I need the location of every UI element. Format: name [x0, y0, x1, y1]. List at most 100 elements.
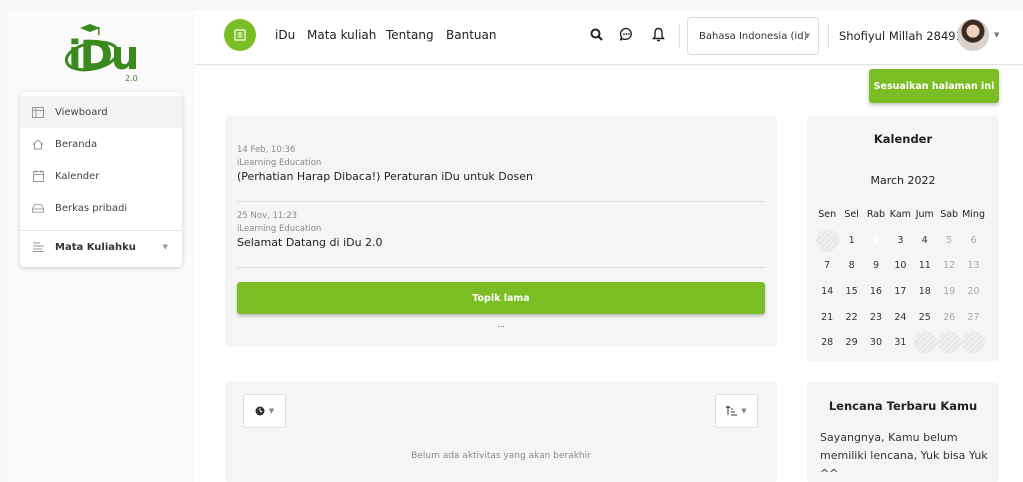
timeline-sort-button[interactable]: ▼: [715, 394, 758, 428]
timeline-empty-message: Belum ada aktivitas yang akan berakhir: [411, 451, 591, 461]
calendar-week-row: 28 29 30 31: [815, 330, 995, 356]
calendar-today[interactable]: 2: [864, 228, 889, 252]
calendar-week-row: 14 15 16 17 18 19 20: [815, 279, 995, 305]
calendar-weekday: Sab: [940, 208, 959, 220]
calendar-day[interactable]: 10: [888, 255, 912, 277]
calendar-day[interactable]: 22: [839, 307, 863, 329]
calendar-weekday: Kam: [889, 208, 911, 220]
calendar-day[interactable]: 31: [888, 332, 912, 354]
sidebar-item-label: Kalender: [55, 170, 100, 182]
calendar-weekday: Sen: [818, 208, 837, 220]
chevron-down-icon: ▼: [268, 407, 275, 415]
menu-icon: [234, 29, 246, 41]
language-select[interactable]: Bahasa Indonesia ‎(id)‎ ▼: [687, 17, 819, 55]
home-icon: [32, 138, 44, 150]
calendar-grid: Sen Sel Rab Kam Jum Sab Ming 1 2 3 4 5 6 7 8 9 10 11 12 13 1…: [815, 202, 995, 356]
post-title[interactable]: Selamat Datang di iDu 2.0: [237, 236, 765, 249]
calendar-day[interactable]: 19: [937, 281, 961, 303]
header-divider: [828, 24, 829, 48]
calendar-day[interactable]: 9: [864, 255, 888, 277]
calendar-week-row: 123456: [815, 228, 995, 254]
sidebar: iDu 2.0 Viewboard Beranda Kalender Berka…: [7, 10, 195, 482]
calendar-day[interactable]: 17: [888, 281, 912, 303]
calendar-day[interactable]: 18: [913, 281, 937, 303]
timeline-card: ▼ ▼ Belum ada aktivitas yang akan berakh…: [225, 381, 777, 482]
sidebar-nav: Viewboard Beranda Kalender Berkas pribad…: [20, 92, 182, 267]
calendar-day[interactable]: 13: [961, 255, 985, 277]
calendar-day[interactable]: 7: [815, 255, 839, 277]
calendar-day[interactable]: 21: [815, 307, 839, 329]
sidebar-item-viewboard[interactable]: Viewboard: [20, 96, 182, 128]
language-label: Bahasa Indonesia ‎(id)‎: [699, 30, 808, 42]
drive-icon: [32, 202, 44, 214]
sidebar-item-kalender[interactable]: Kalender: [20, 160, 182, 192]
nav-link-tentang[interactable]: Tentang: [386, 28, 434, 42]
calendar-week-row: 7 8 9 10 11 12 13: [815, 253, 995, 279]
calendar-day[interactable]: 23: [864, 307, 888, 329]
header-divider: [679, 24, 680, 48]
sidebar-item-label: Berkas pribadi: [55, 202, 128, 214]
calendar-day[interactable]: 3: [888, 230, 912, 252]
badges-text: Sayangnya, Kamu belum memiliki lencana, …: [820, 431, 988, 480]
sidebar-item-mata-kuliahku[interactable]: Mata Kuliahku ▼: [20, 231, 182, 263]
menu-toggle-button[interactable]: [224, 19, 256, 51]
main-content: Sesuaikan halaman ini 14 Feb, 10:36 iLea…: [195, 66, 1023, 482]
nav-link-idu[interactable]: iDu: [275, 28, 295, 42]
calendar-day[interactable]: 25: [913, 307, 937, 329]
calendar-day[interactable]: 5: [937, 230, 961, 252]
post-source: iLearning Education: [237, 224, 322, 234]
post-date: 14 Feb, 10:36: [237, 145, 296, 155]
calendar-day[interactable]: 28: [815, 332, 839, 354]
older-topics-button[interactable]: Topik lama: [237, 282, 765, 314]
chevron-down-icon: ▼: [804, 32, 810, 40]
chevron-down-icon[interactable]: ▼: [994, 31, 999, 39]
post-source: iLearning Education: [237, 158, 322, 168]
calendar-day[interactable]: 24: [888, 307, 912, 329]
top-navbar: iDu Mata kuliah Tentang Bantuan Bahasa I…: [195, 10, 1023, 65]
calendar-icon: [32, 170, 44, 182]
calendar-week-row: 21 22 23 24 25 26 27: [815, 305, 995, 331]
calendar-weekday: Rab: [866, 208, 886, 220]
chat-icon[interactable]: [618, 26, 634, 42]
calendar-day[interactable]: 4: [913, 230, 937, 252]
post-title[interactable]: (Perhatian Harap Dibaca!) Peraturan iDu …: [237, 170, 765, 183]
calendar-day[interactable]: 6: [961, 230, 985, 252]
news-post: 14 Feb, 10:36 iLearning Education (Perha…: [237, 145, 765, 183]
customize-page-button[interactable]: Sesuaikan halaman ini: [869, 69, 999, 103]
timeline-filter-button[interactable]: ▼: [243, 394, 286, 428]
bell-icon[interactable]: [650, 26, 666, 42]
calendar-day[interactable]: 8: [839, 255, 863, 277]
calendar-title: Kalender: [873, 132, 933, 146]
nav-link-mata-kuliah[interactable]: Mata kuliah: [307, 28, 376, 42]
more-indicator: ...: [497, 320, 505, 329]
list-icon: [32, 241, 44, 253]
calendar-day[interactable]: 30: [864, 332, 888, 354]
calendar-day[interactable]: 29: [839, 332, 863, 354]
sidebar-item-beranda[interactable]: Beranda: [20, 128, 182, 160]
calendar-day[interactable]: 11: [913, 255, 937, 277]
nav-link-bantuan[interactable]: Bantuan: [446, 28, 496, 42]
calendar-empty-day: [961, 331, 986, 355]
chevron-down-icon[interactable]: ▼: [163, 243, 168, 251]
calendar-weekday: Jum: [915, 208, 934, 220]
avatar[interactable]: [957, 19, 989, 51]
sidebar-item-label: Beranda: [55, 138, 98, 150]
calendar-day[interactable]: 20: [961, 281, 985, 303]
calendar-day[interactable]: 16: [864, 281, 888, 303]
badges-title: Lencana Terbaru Kamu: [828, 399, 978, 413]
search-icon[interactable]: [588, 26, 604, 42]
sidebar-item-berkas-pribadi[interactable]: Berkas pribadi: [20, 192, 182, 224]
badges-card: Lencana Terbaru Kamu Sayangnya, Kamu bel…: [807, 382, 999, 482]
clock-icon: [255, 406, 265, 416]
post-divider: [237, 201, 765, 202]
user-name[interactable]: Shofiyul Millah 28491: [839, 29, 963, 43]
post-divider: [237, 267, 765, 268]
calendar-day[interactable]: 27: [961, 307, 985, 329]
calendar-card: Kalender March 2022 Sen Sel Rab Kam Jum Sab Mi…: [807, 116, 999, 361]
calendar-day[interactable]: 26: [937, 307, 961, 329]
calendar-day[interactable]: 14: [815, 281, 839, 303]
calendar-day[interactable]: 1: [839, 230, 863, 252]
calendar-day[interactable]: 12: [937, 255, 961, 277]
news-post: 25 Nov, 11:23 iLearning Education Selama…: [237, 211, 765, 249]
calendar-day[interactable]: 15: [839, 281, 863, 303]
